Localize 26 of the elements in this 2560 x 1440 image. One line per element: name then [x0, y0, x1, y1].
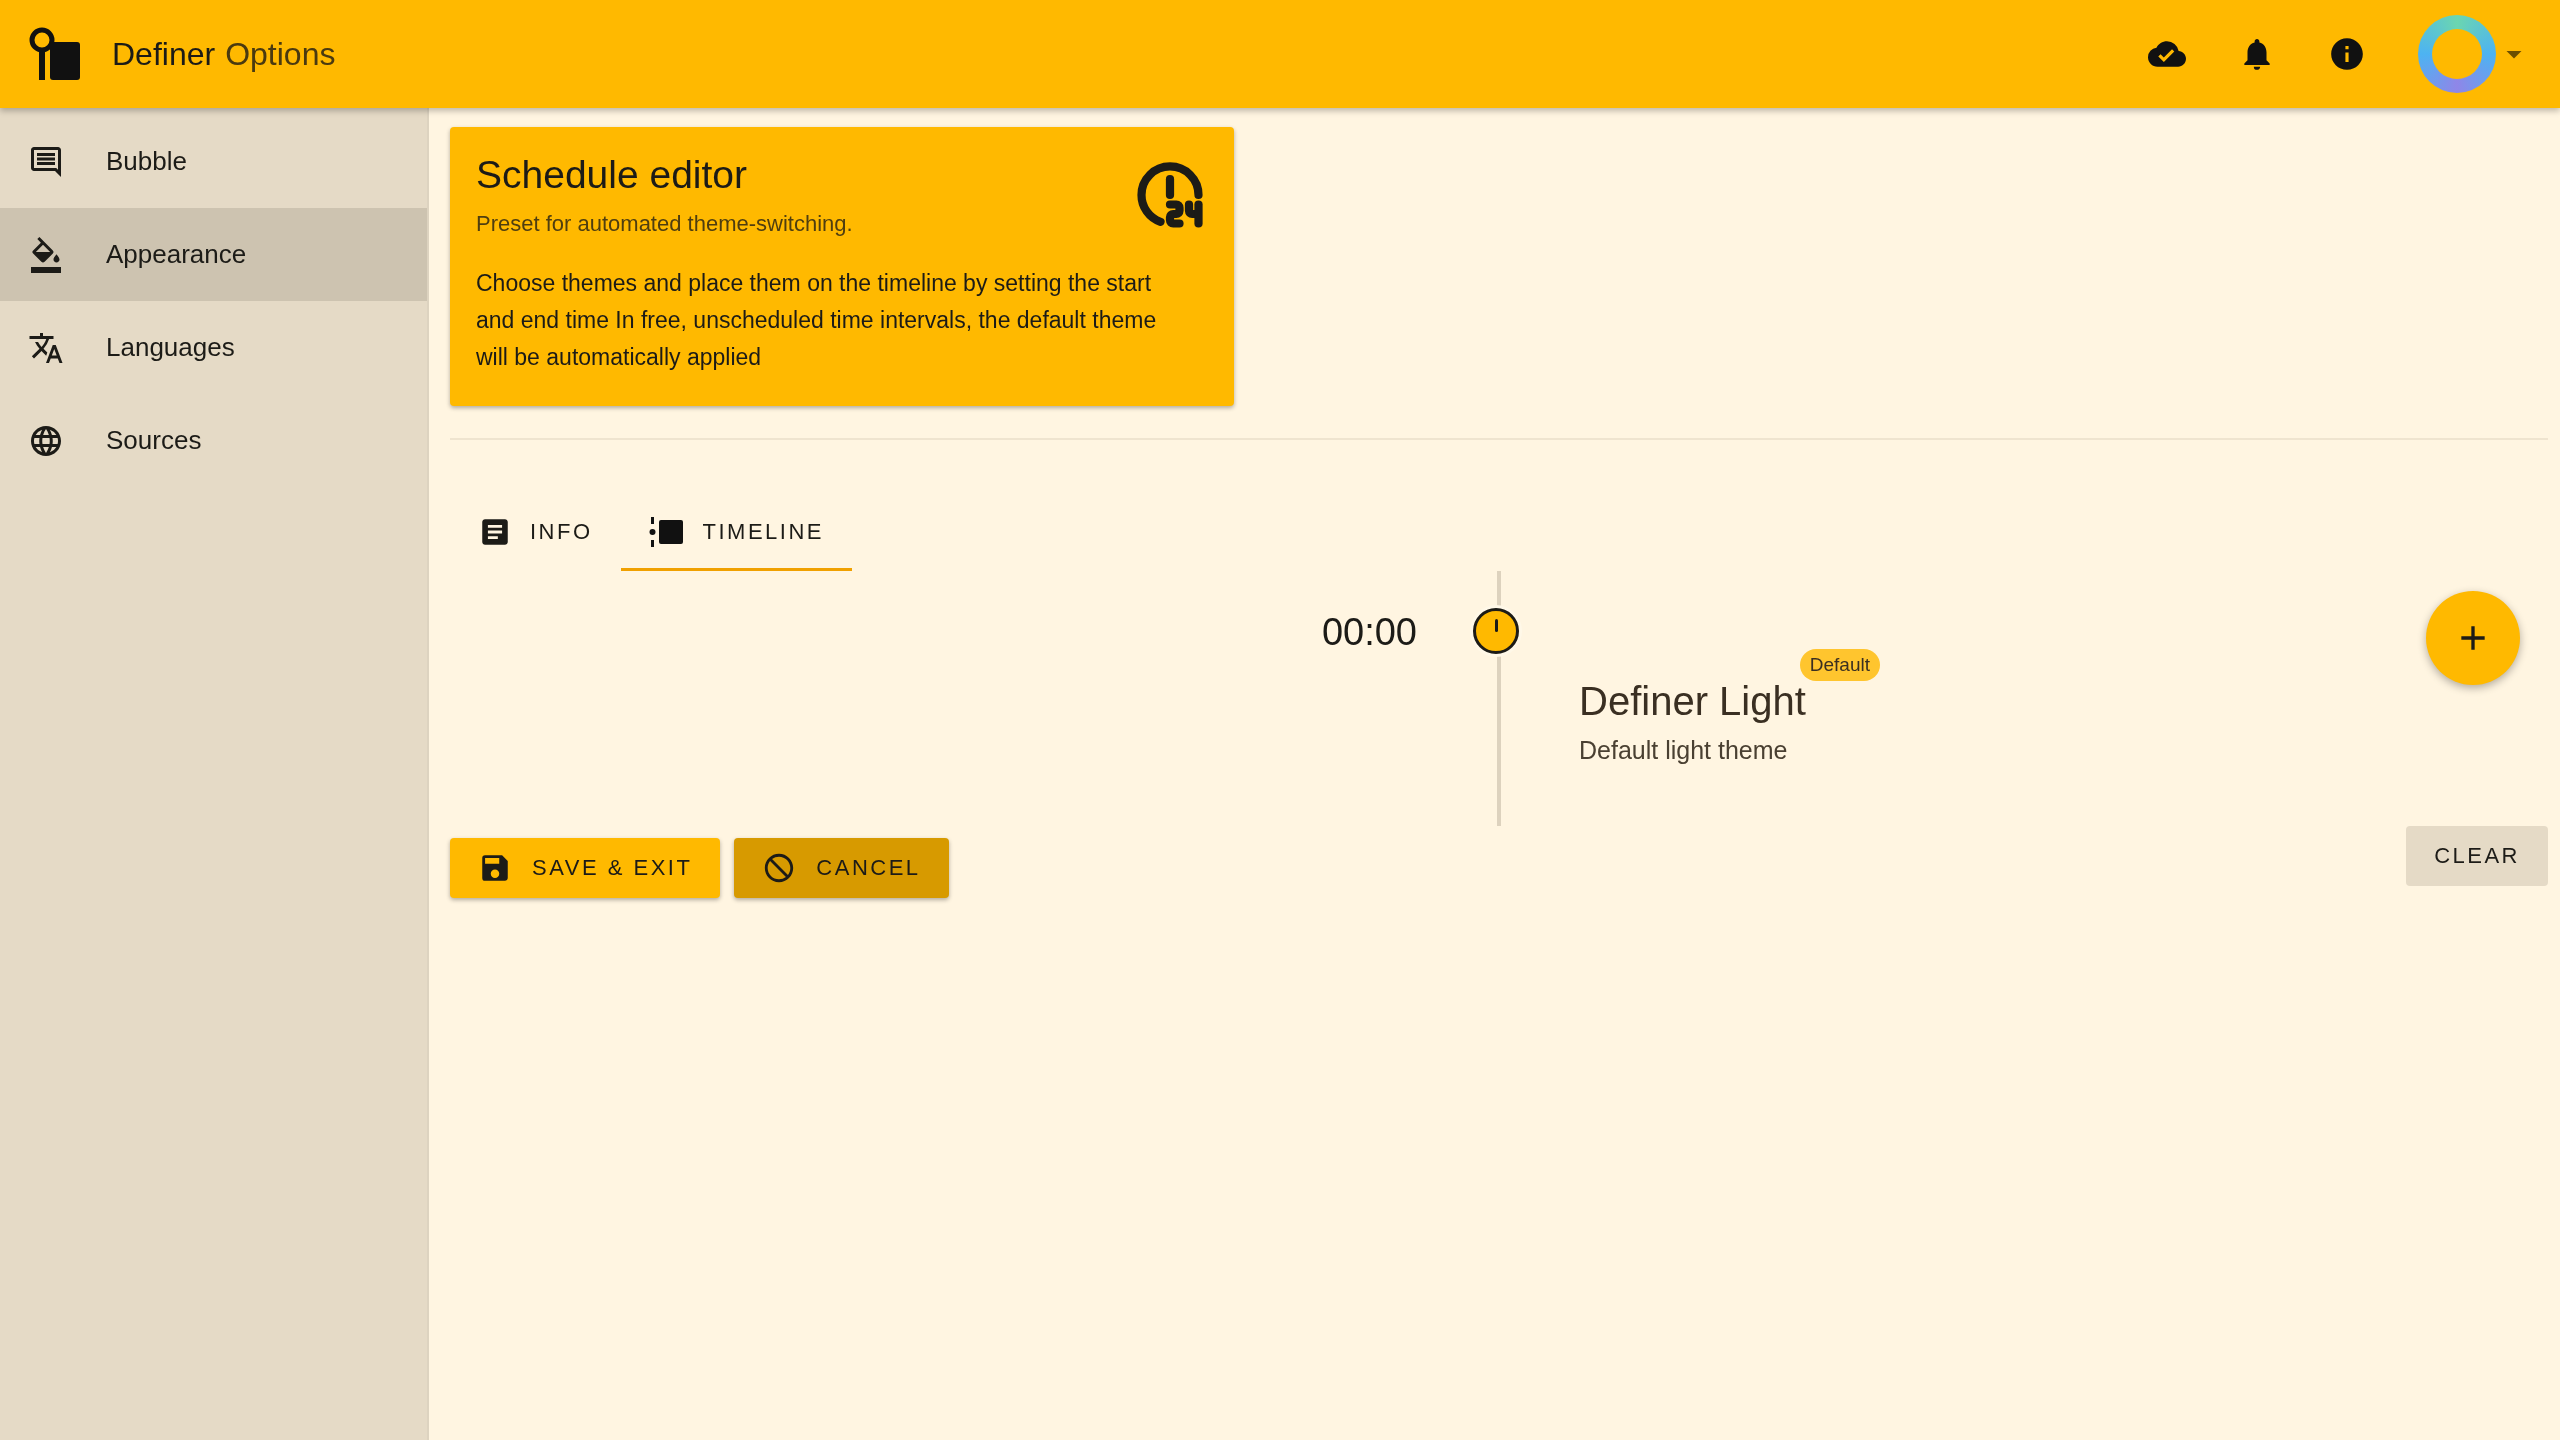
card-subtitle: Preset for automated theme-switching.	[476, 211, 854, 237]
card-title: Schedule editor	[476, 153, 749, 197]
cancel-button[interactable]: CANCEL	[734, 838, 949, 898]
clock-icon[interactable]	[1473, 608, 1519, 654]
sidebar-label: Bubble	[106, 146, 187, 177]
sidebar-label: Appearance	[106, 239, 247, 270]
clear-button[interactable]: CLEAR	[2406, 826, 2548, 886]
theme-name: Definer Light	[1579, 679, 1806, 723]
tab[interactable]: TIMELINE	[620, 496, 853, 571]
info-icon[interactable]	[2328, 35, 2366, 73]
app-subtitle: Options	[225, 35, 336, 73]
tab[interactable]: INFO	[450, 496, 621, 571]
paint-bucket-icon	[28, 236, 64, 273]
time-label: 00:00	[1321, 611, 1417, 654]
sidebar-item[interactable]: Appearance	[0, 208, 427, 301]
sidebar-item[interactable]: Bubble	[0, 115, 427, 208]
timeline-icon	[648, 515, 685, 549]
theme-description: Default light theme	[1579, 736, 1789, 765]
save-exit-button[interactable]: SAVE & EXIT	[450, 838, 721, 898]
sidebar-item[interactable]: Languages	[0, 301, 427, 394]
card-description: Choose themes and place them on the timeline by setting the start and end time In free, unscheduled time intervals, the default theme will be automatically applied	[476, 269, 1158, 372]
sidebar-label: Sources	[106, 425, 202, 456]
sidebar-label: Languages	[106, 332, 235, 363]
default-badge: Default	[1799, 649, 1880, 681]
sidebar-item[interactable]: Sources	[0, 394, 427, 487]
app-title: Definer	[112, 35, 216, 73]
